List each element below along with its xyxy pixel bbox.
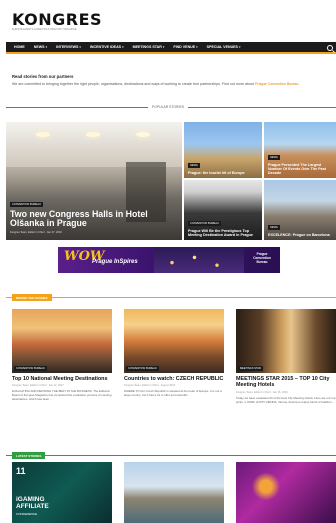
nav-item-label: INCENTIVE IDEAS [89, 45, 122, 49]
nav-item-interviews[interactable]: INTERVIEWS ▾ [56, 45, 81, 49]
intro-text: We are committed to bringing together th… [12, 82, 330, 87]
story-tile[interactable]: NEWS EXCELENCE: Prague on Barcelona [264, 180, 336, 240]
article-card[interactable]: CONVENTION BUREAU Countries to watch: CZ… [124, 309, 224, 398]
main-nav: HOME NEWS ▾ INTERVIEWS ▾ INCENTIVE IDEAS ▾ … [6, 42, 336, 54]
banner-image [154, 247, 244, 273]
article-image[interactable]: MEETINGS STAR [236, 309, 336, 373]
intro-title: Read stories from our partners [12, 74, 74, 79]
nav-item-find-venue[interactable]: FIND VENUE ▾ [173, 45, 197, 49]
promo-number: 11 [16, 466, 26, 476]
category-badge[interactable]: CONVENTION BUREAU [188, 220, 221, 226]
article-excerpt: WHERE TO GO Czech Republic is situated a… [124, 389, 222, 398]
site-logo[interactable]: KONGRES [12, 10, 102, 29]
story-title[interactable]: Prague: the tourist hit of Europe [188, 171, 258, 175]
section-tag-behind[interactable]: BEHIND THE SCENES [12, 294, 52, 301]
nav-item-label: NEWS [33, 45, 45, 49]
category-badge[interactable]: MEETINGS STAR [238, 366, 263, 371]
promo-title: iGAMING AFFILIATE [16, 496, 49, 510]
featured-meta: Kongres Team, Editor in Chief · Jan 27, … [10, 231, 62, 234]
article-card[interactable]: 11 iGAMING AFFILIATE CONFERENCE [12, 462, 112, 523]
story-title[interactable]: Prague Presented The Largest Number Of E… [268, 163, 332, 175]
nav-item-meetings-star[interactable]: MEETINGS STAR ▾ [133, 45, 165, 49]
category-badge[interactable]: NEWS [268, 224, 280, 230]
ceiling-lamp [136, 132, 150, 137]
story-tile[interactable]: CONVENTION BUREAU Prague Will Be the Pre… [184, 180, 262, 240]
intro-body: We are committed to bringing together th… [12, 82, 256, 86]
nav-item-label: INTERVIEWS [56, 45, 79, 49]
nav-item-label: MEETINGS STAR [132, 45, 162, 49]
article-title[interactable]: Top 10 National Meeting Destinations [12, 376, 112, 382]
story-title[interactable]: Prague Will Be the Prestigious Top Meeti… [188, 229, 258, 237]
article-title[interactable]: MEETINGS STAR 2015 – TOP 10 City Meeting… [236, 376, 336, 389]
article-image[interactable]: 11 iGAMING AFFILIATE CONFERENCE [12, 462, 112, 523]
search-icon[interactable] [327, 45, 333, 51]
featured-title[interactable]: Two new Congress Halls in Hotel Olšanka … [10, 209, 178, 229]
hall-ceiling [6, 122, 182, 167]
section-divider [6, 455, 336, 456]
story-caption: NEWS EXCELENCE: Prague on Barcelona [268, 215, 332, 237]
article-card[interactable] [124, 462, 224, 523]
category-badge[interactable]: CONVENTION BUREAU [14, 366, 47, 371]
nav-item-label: SPECIAL VENUES [206, 45, 238, 49]
nav-item-news[interactable]: NEWS ▾ [34, 45, 47, 49]
article-card[interactable] [236, 462, 336, 523]
chevron-down-icon: ▾ [162, 45, 165, 49]
article-meta: Kongres Team, Editor in Chief · Jan 12, … [12, 384, 64, 388]
article-meta: Kongres Team, Editor in Chief · Jan 15, … [236, 390, 288, 394]
article-card[interactable]: CONVENTION BUREAU Top 10 National Meetin… [12, 309, 112, 402]
story-tile[interactable]: NEWS Prague: the tourist hit of Europe [184, 122, 262, 178]
article-image[interactable] [124, 462, 224, 523]
nav-item-home[interactable]: HOME [14, 45, 25, 49]
article-image[interactable]: CONVENTION BUREAU [12, 309, 112, 373]
nav-item-incentive-ideas[interactable]: INCENTIVE IDEAS ▾ [90, 45, 124, 49]
story-caption: CONVENTION BUREAU Prague Will Be the Pre… [188, 211, 258, 237]
article-excerpt: Today we have evaluated 20 of the best C… [236, 395, 336, 404]
ceiling-lamp [86, 132, 100, 137]
ceiling-lamp [36, 132, 50, 137]
nav-item-label: HOME [14, 45, 25, 49]
chevron-down-icon: ▾ [196, 45, 198, 49]
category-badge[interactable]: CONVENTION BUREAU [126, 366, 159, 371]
intro-link[interactable]: Prague Convention Bureau [255, 82, 298, 86]
banner-logo: Prague Convention Bureau [253, 252, 271, 264]
story-title[interactable]: EXCELENCE: Prague on Barcelona [268, 233, 332, 237]
banner-subtitle: Prague InSpires [92, 259, 138, 265]
chevron-down-icon: ▾ [45, 45, 48, 49]
nav-item-label: FIND VENUE [173, 45, 196, 49]
site-header: KONGRES EUROPE EVENTS & MEETINGS INDUSTR… [0, 0, 336, 40]
chevron-down-icon: ▾ [79, 45, 81, 49]
ad-banner[interactable]: WOW Prague InSpires Prague Convention Bu… [58, 247, 280, 273]
story-caption: NEWS Prague: the tourist hit of Europe [188, 153, 258, 175]
chevron-down-icon: ▾ [238, 45, 241, 49]
article-image[interactable] [236, 462, 336, 523]
featured-caption: CONVENTION BUREAU Two new Congress Halls… [10, 192, 178, 234]
section-divider [6, 297, 336, 298]
section-tag-latest[interactable]: LATEST STORIES [12, 452, 46, 459]
promo-subtitle: CONFERENCE [16, 512, 38, 516]
partners-intro: Read stories from our partners We are co… [12, 74, 330, 87]
story-caption: NEWS Prague Presented The Largest Number… [268, 145, 332, 175]
chevron-down-icon: ▾ [122, 45, 124, 49]
article-card[interactable]: MEETINGS STAR MEETINGS STAR 2015 – TOP 1… [236, 309, 336, 404]
intro-after: . [298, 82, 300, 86]
featured-story[interactable]: CONVENTION BUREAU Two new Congress Halls… [6, 122, 182, 240]
category-badge[interactable]: NEWS [188, 162, 200, 168]
article-title[interactable]: Countries to watch: CZECH REPUBLIC [124, 376, 224, 382]
nav-item-special-venues[interactable]: SPECIAL VENUES ▾ [207, 45, 241, 49]
category-badge[interactable]: NEWS [268, 154, 280, 160]
site-tagline: EUROPE EVENTS & MEETINGS INDUSTRY MAGAZI… [12, 28, 77, 31]
article-meta: Kongres Team, Editor in Chief · August 2… [124, 384, 176, 388]
article-image[interactable]: CONVENTION BUREAU [124, 309, 224, 373]
category-badge[interactable]: CONVENTION BUREAU [10, 201, 43, 207]
article-excerpt: EVALUATING AND DEFINING THE BEST IN THE … [12, 389, 112, 401]
story-tile[interactable]: NEWS Prague Presented The Largest Number… [264, 122, 336, 178]
section-label-popular: POPULAR STORIES [148, 104, 188, 109]
